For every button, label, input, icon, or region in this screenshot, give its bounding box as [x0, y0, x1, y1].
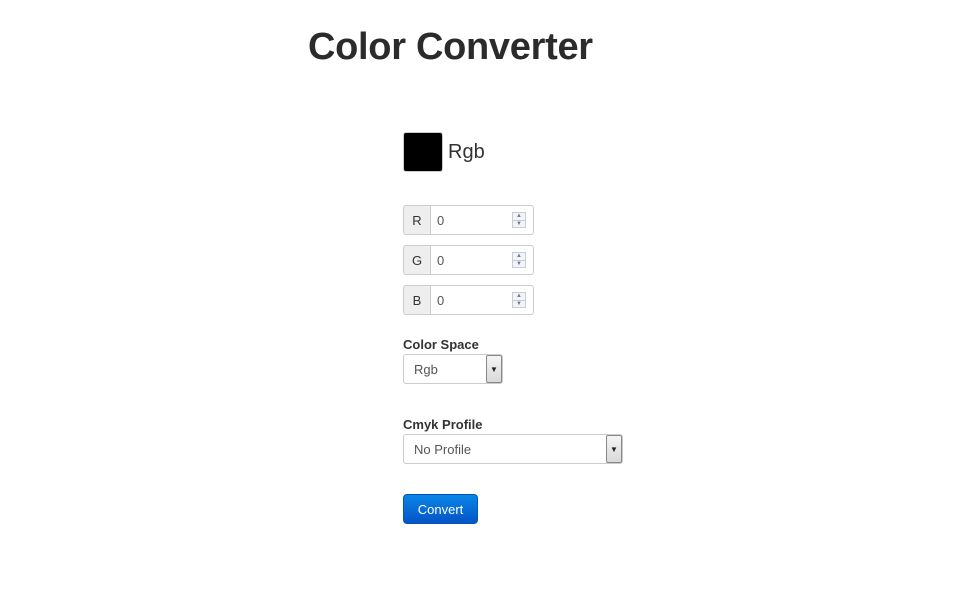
channel-g-spinner[interactable]: ▲ ▼ [512, 252, 526, 268]
spinner-down-icon[interactable]: ▼ [513, 259, 525, 268]
convert-button[interactable]: Convert [403, 494, 478, 524]
spinner-down-icon[interactable]: ▼ [513, 299, 525, 308]
color-space-name: Rgb [448, 140, 485, 163]
channel-r-spinner[interactable]: ▲ ▼ [512, 212, 526, 228]
channel-b-spinner[interactable]: ▲ ▼ [512, 292, 526, 308]
channel-b-input[interactable]: 0 ▲ ▼ [430, 285, 534, 315]
channel-r-label: R [403, 205, 430, 235]
color-swatch [403, 132, 443, 172]
channel-g-group: G 0 ▲ ▼ [403, 245, 534, 275]
channel-g-label: G [403, 245, 430, 275]
color-space-label: Color Space [403, 337, 479, 352]
chevron-down-icon[interactable]: ▼ [606, 435, 622, 463]
channel-g-value: 0 [437, 252, 445, 268]
chevron-down-icon[interactable]: ▼ [486, 355, 502, 383]
channel-r-input[interactable]: 0 ▲ ▼ [430, 205, 534, 235]
channel-b-value: 0 [437, 292, 445, 308]
channel-r-value: 0 [437, 212, 445, 228]
cmyk-profile-select[interactable]: No Profile ▼ [403, 434, 623, 464]
channel-g-input[interactable]: 0 ▲ ▼ [430, 245, 534, 275]
color-preview: Rgb [403, 132, 485, 172]
page-title: Color Converter [308, 26, 593, 68]
channel-r-group: R 0 ▲ ▼ [403, 205, 534, 235]
cmyk-profile-label: Cmyk Profile [403, 417, 483, 432]
color-space-value: Rgb [414, 361, 438, 377]
channel-b-label: B [403, 285, 430, 315]
cmyk-profile-value: No Profile [414, 441, 472, 457]
spinner-down-icon[interactable]: ▼ [513, 219, 525, 228]
channel-b-group: B 0 ▲ ▼ [403, 285, 534, 315]
color-space-select[interactable]: Rgb ▼ [403, 354, 503, 384]
